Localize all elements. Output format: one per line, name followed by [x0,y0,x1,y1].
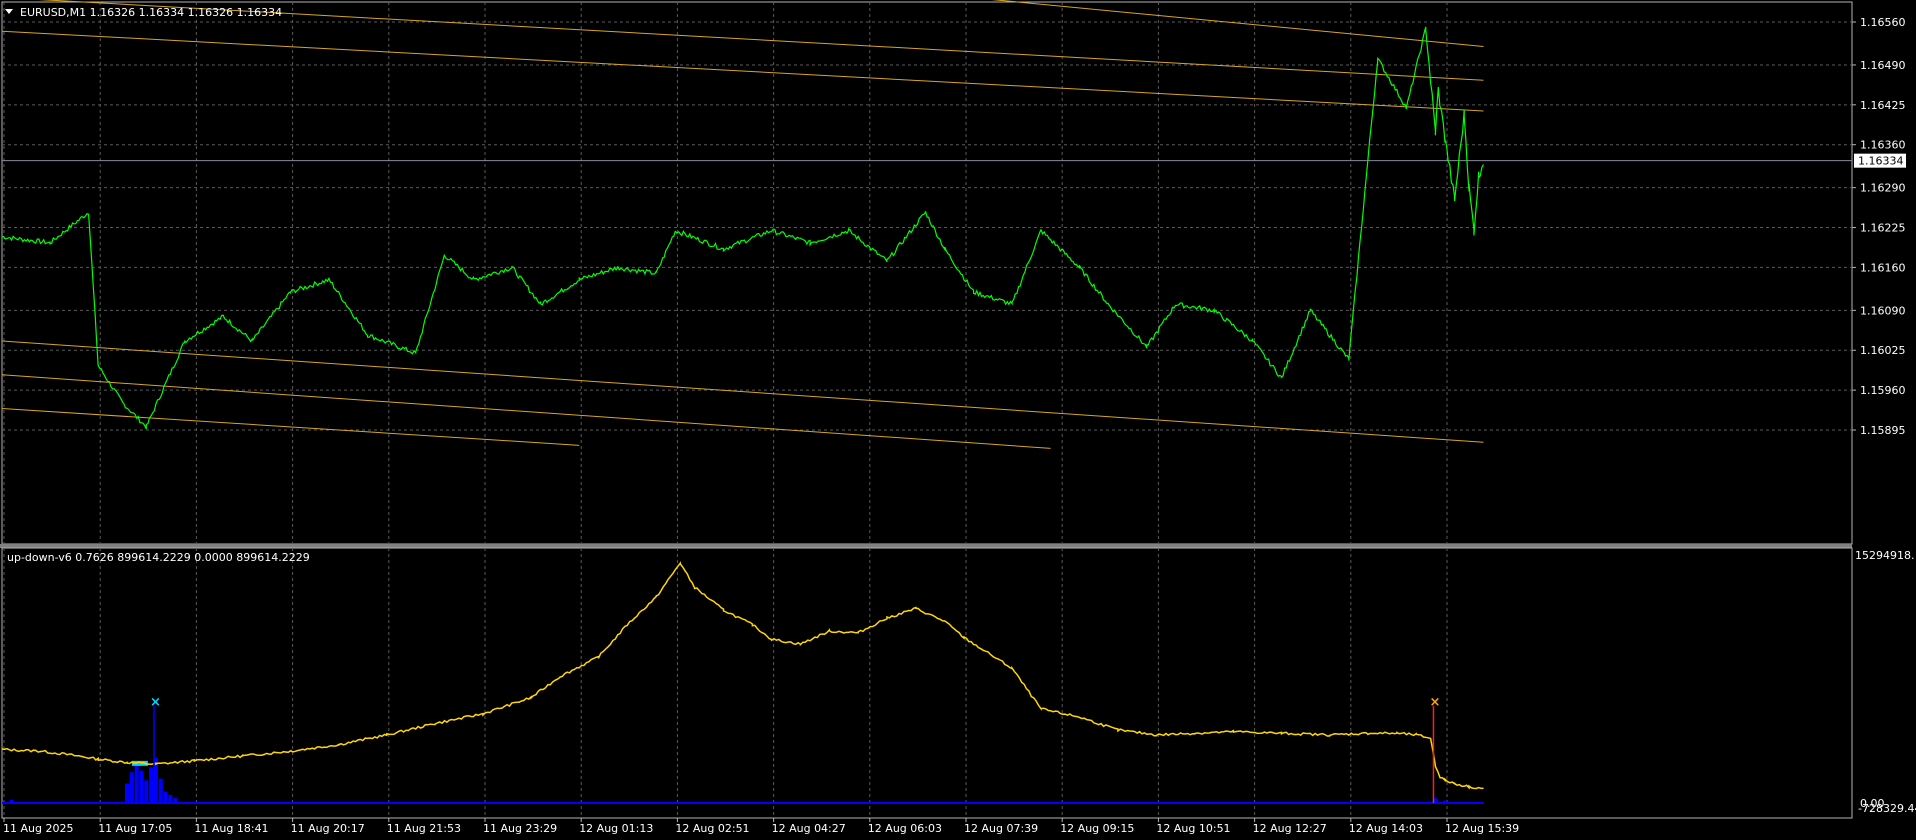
signal-marker: × [150,695,161,710]
symbol-header-text: EURUSD,M1 1.16326 1.16334 1.16326 1.1633… [20,6,282,19]
time-tick-label: 11 Aug 21:53 [387,822,461,835]
indicator-axis: 15294918.0.00-728329.44 [1855,549,1916,815]
indicator-grid [3,548,1448,818]
time-tick-label: 12 Aug 10:51 [1156,822,1230,835]
time-tick-label: 11 Aug 2025 [3,822,73,835]
time-tick-label: 12 Aug 15:39 [1445,822,1519,835]
time-tick-label: 11 Aug 18:41 [194,822,268,835]
price-grid [2,2,1852,544]
histogram-bar [125,783,130,803]
indicator-header-text: up-down-v6 0.7626 899614.2229 0.0000 899… [7,551,310,564]
pane-separator[interactable] [0,544,1852,548]
histogram-bar [144,780,149,803]
time-axis: 11 Aug 2025 11 Aug 17:05 11 Aug 18:41 11 Au… [3,818,1519,835]
trading-chart[interactable]: 1.16560 1.16490 1.16425 1.16360 1.16290 1.162… [0,0,1916,840]
time-tick-label: 12 Aug 02:51 [675,822,749,835]
current-price-label: 1.16334 [1854,153,1906,168]
histogram-bar [129,772,134,803]
histogram-bar [134,762,139,803]
indicator-pane-frame [1,547,1853,819]
price-tick-label: 1.16560 [1860,16,1906,29]
price-tick-label: 1.15960 [1860,384,1906,397]
indicator-tick-label: 15294918. [1855,549,1915,562]
signal-markers: × × [150,695,1440,803]
time-tick-label: 12 Aug 01:13 [579,822,653,835]
time-tick-label: 11 Aug 20:17 [291,822,365,835]
histogram-bar [9,799,14,803]
time-tick-label: 11 Aug 23:29 [483,822,557,835]
price-tick-label: 1.16025 [1860,344,1906,357]
time-tick-label: 12 Aug 14:03 [1349,822,1423,835]
channel-line[interactable] [1,408,580,446]
time-tick-label: 12 Aug 12:27 [1253,822,1327,835]
time-tick-label: 12 Aug 09:15 [1060,822,1134,835]
histogram-bar [158,778,163,803]
histogram-bar [139,770,144,803]
time-tick-label: 12 Aug 04:27 [772,822,846,835]
histogram-bar [149,767,154,803]
time-tick-label: 12 Aug 06:03 [868,822,942,835]
price-axis: 1.16560 1.16490 1.16425 1.16360 1.16290 1.162… [1852,16,1906,437]
time-tick-label: 11 Aug 17:05 [98,822,172,835]
price-tick-label: 1.16090 [1860,304,1906,317]
price-tick-label: 1.16160 [1860,261,1906,274]
indicator-tick-label: -728329.44 [1858,802,1916,815]
triangle-down-icon[interactable] [5,9,13,14]
current-price-value: 1.16334 [1858,155,1904,168]
histogram-bar [168,794,173,803]
histogram-bars [9,757,1447,803]
channel-line[interactable] [1,30,1484,112]
indicator-pane[interactable]: × × 15294918.0.00-728329.44 up-down-v6 0.… [1,547,1916,819]
price-tick-label: 1.16360 [1860,139,1906,152]
price-tick-label: 1.16425 [1860,99,1906,112]
channel-line[interactable] [714,0,1484,48]
price-pane-frame [1,1,1853,545]
histogram-bar [173,798,178,803]
price-tick-label: 1.16490 [1860,59,1906,72]
channel-line[interactable] [1,374,1051,449]
symbol-header: EURUSD,M1 1.16326 1.16334 1.16326 1.1633… [5,6,282,19]
channel-lines[interactable] [1,0,1484,449]
indicator-series-line [1,561,1484,790]
signal-marker: × [1429,695,1440,710]
price-tick-label: 1.16290 [1860,182,1906,195]
histogram-bar [1443,800,1447,803]
time-tick-label: 12 Aug 07:39 [964,822,1038,835]
price-tick-label: 1.15895 [1860,424,1906,437]
histogram-bar [163,791,168,803]
price-tick-label: 1.16225 [1860,222,1906,235]
price-pane[interactable]: 1.16560 1.16490 1.16425 1.16360 1.16290 1.162… [1,0,1906,545]
